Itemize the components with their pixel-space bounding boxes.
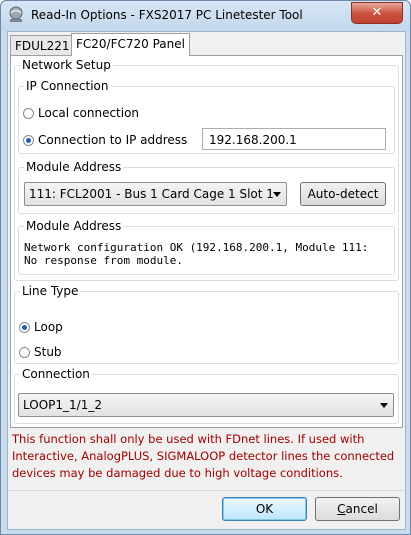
tab-label: FC20/FC720 Panel [76,37,185,51]
group-title: Module Address [26,160,122,174]
voltage-warning-text: This function shall only be used with FD… [12,432,395,480]
module-status-line-2: No response from module. [24,254,183,267]
radio-label: Stub [34,345,62,359]
chevron-down-icon [380,403,388,408]
radio-indicator[interactable] [23,134,34,146]
title-bar[interactable]: Read-In Options - FXS2017 PC Linetester … [1,1,410,31]
connection-select[interactable]: LOOP1_1/1_2 [18,393,394,417]
tab-fdul221[interactable]: FDUL221 [10,35,75,56]
radio-indicator[interactable] [23,107,34,119]
button-mnemonic: C [337,502,346,516]
ok-button[interactable]: OK [222,497,307,521]
tab-panel: Network Setup IP Connection Local connec… [10,55,403,428]
divider [8,490,405,491]
tab-label: FDUL221 [15,39,70,53]
line-type-group: Line Type [14,284,399,364]
button-label: OK [255,502,274,516]
button-label: ancel [345,502,378,516]
ip-address-field[interactable]: 192.168.200.1 [202,128,386,150]
radio-indicator[interactable] [19,321,30,333]
loop-radio[interactable]: Loop [19,320,63,334]
group-title: IP Connection [26,79,109,93]
radio-label: Loop [34,320,63,334]
ip-connection-radio[interactable]: Connection to IP address [23,133,187,147]
dialog-client-area: FDUL221 FC20/FC720 Panel Network Setup I… [7,31,406,530]
module-status-line-1: Network configuration OK (192.168.200.1,… [24,241,369,254]
dialog-window: Read-In Options - FXS2017 PC Linetester … [0,0,411,535]
radio-label: Connection to IP address [38,133,188,147]
local-connection-radio[interactable]: Local connection [23,106,139,120]
close-button[interactable]: ✕ [351,2,403,24]
app-icon [7,6,25,24]
select-value: LOOP1_1/1_2 [23,398,102,412]
auto-detect-button[interactable]: Auto-detect [300,182,386,206]
module-address-select[interactable]: 111: FCL2001 - Bus 1 Card Cage 1 Slot 1 [24,182,287,206]
group-title: Network Setup [22,58,111,72]
stub-radio[interactable]: Stub [19,345,62,359]
select-value: 111: FCL2001 - Bus 1 Card Cage 1 Slot 1 [29,187,274,201]
group-title: Module Address [26,219,122,233]
button-label: Auto-detect [307,187,379,201]
group-title: Line Type [22,284,79,298]
radio-label: Local connection [38,106,140,120]
group-title: Connection [22,367,90,381]
tab-fc20-fc720-panel[interactable]: FC20/FC720 Panel [71,33,190,56]
window-title: Read-In Options - FXS2017 PC Linetester … [31,8,303,22]
radio-indicator[interactable] [19,346,30,358]
cancel-button[interactable]: Cancel [315,497,400,521]
chevron-down-icon [273,192,281,197]
close-icon: ✕ [371,5,383,20]
